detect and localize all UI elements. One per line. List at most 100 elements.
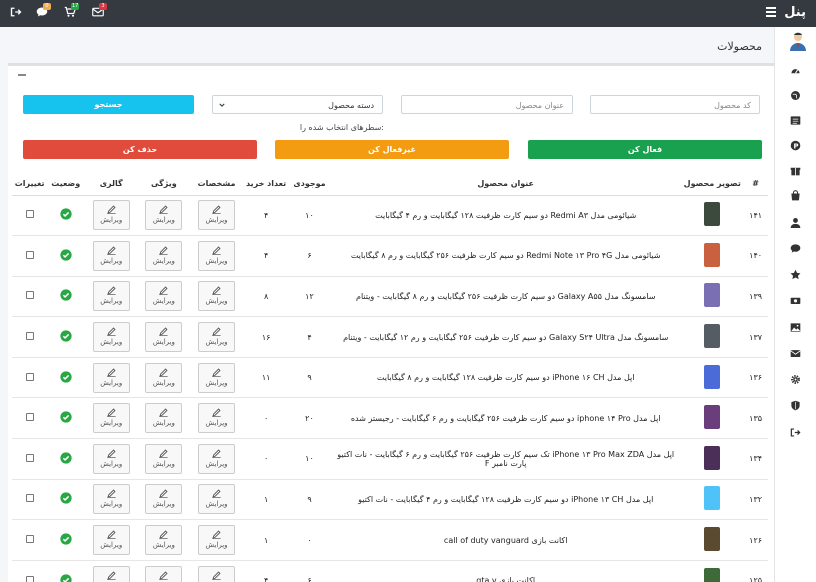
specs-edit-button[interactable]: ویرایش xyxy=(198,322,236,353)
row-title[interactable]: شیائومی مدل Redmi A۳ دو سیم کارت ظرفیت ۱… xyxy=(330,195,682,237)
mail-icon[interactable]: 3 xyxy=(92,3,107,20)
search-button[interactable]: جستجو xyxy=(23,95,194,114)
product-title-input[interactable]: عنوان محصول xyxy=(401,95,573,114)
features-edit-button[interactable]: ویرایش xyxy=(145,484,183,515)
features-edit-button[interactable]: ویرایش xyxy=(145,443,183,474)
specs-edit-button[interactable]: ویرایش xyxy=(198,200,236,231)
specs-edit-button[interactable]: ویرایش xyxy=(198,525,236,556)
envelope-icon[interactable] xyxy=(790,348,804,362)
features-edit-button[interactable]: ویرایش xyxy=(145,403,183,434)
row-select-checkbox[interactable] xyxy=(25,494,34,503)
specs-edit-button[interactable]: ویرایش xyxy=(198,403,236,434)
features-edit-button[interactable]: ویرایش xyxy=(145,240,183,271)
features-edit-button[interactable]: ویرایش xyxy=(145,322,183,353)
product-thumbnail[interactable] xyxy=(704,567,721,582)
user-avatar[interactable] xyxy=(788,31,808,51)
features-edit-button[interactable]: ویرایش xyxy=(145,362,183,393)
gallery-edit-button[interactable]: ویرایش xyxy=(92,200,130,231)
row-select-checkbox[interactable] xyxy=(25,372,34,381)
active-check-icon[interactable] xyxy=(60,330,72,342)
brand-title[interactable]: پنل xyxy=(784,5,806,20)
row-select-checkbox[interactable] xyxy=(25,250,34,259)
gallery-edit-button[interactable]: ویرایش xyxy=(92,322,130,353)
row-title[interactable]: اپل مدل iPhone ۱۶ CH دو سیم کارت ظرفیت ۱… xyxy=(330,357,682,399)
specs-edit-button[interactable]: ویرایش xyxy=(198,240,236,271)
product-thumbnail[interactable] xyxy=(704,283,721,308)
row-title[interactable]: اکانت بازی call of duty vanguard xyxy=(330,519,682,561)
specs-edit-button[interactable]: ویرایش xyxy=(198,443,236,474)
product-thumbnail[interactable] xyxy=(704,405,721,430)
row-select-checkbox[interactable] xyxy=(25,332,34,341)
collapse-card-icon[interactable] xyxy=(18,74,26,76)
features-edit-button[interactable]: ویرایش xyxy=(145,565,183,582)
active-check-icon[interactable] xyxy=(60,411,72,423)
row-title[interactable]: اپل مدل iPhone ۱۳ Pro Max ZDA تک سیم کار… xyxy=(330,438,682,480)
product-thumbnail[interactable] xyxy=(704,202,721,227)
row-select-checkbox[interactable] xyxy=(25,535,34,544)
shield-icon[interactable] xyxy=(790,400,804,414)
product-thumbnail[interactable] xyxy=(704,445,721,470)
product-thumbnail[interactable] xyxy=(704,242,721,267)
product-thumbnail[interactable] xyxy=(704,364,721,389)
shopping-bag-icon[interactable] xyxy=(790,190,804,204)
category-select[interactable]: دسته محصول xyxy=(212,95,383,114)
row-title[interactable]: اکانت بازی gta v xyxy=(330,560,682,582)
logout-icon[interactable] xyxy=(10,6,24,20)
delete-selected-button[interactable]: حذف کن xyxy=(23,140,257,159)
active-check-icon[interactable] xyxy=(60,249,72,261)
settings-gear-icon[interactable] xyxy=(790,374,804,388)
features-edit-button[interactable]: ویرایش xyxy=(145,200,183,231)
active-check-icon[interactable] xyxy=(60,208,72,220)
list-icon[interactable] xyxy=(790,115,804,129)
deactivate-selected-button[interactable]: غیرفعال کن xyxy=(275,140,509,159)
star-icon[interactable] xyxy=(790,269,804,283)
comment-icon[interactable] xyxy=(790,243,804,257)
active-check-icon[interactable] xyxy=(60,574,72,582)
gift-icon[interactable] xyxy=(790,165,804,179)
gallery-edit-button[interactable]: ویرایش xyxy=(92,362,130,393)
row-title[interactable]: شیائومی مدل Redmi Note ۱۳ Pro ۴G دو سیم … xyxy=(330,235,682,277)
row-title[interactable]: سامسونگ مدل Galaxy S۲۴ Ultra دو سیم کارت… xyxy=(330,316,682,358)
row-title[interactable]: اپل مدل iphone ۱۴ Pro دو سیم کارت ظرفیت … xyxy=(330,397,682,440)
row-select-checkbox[interactable] xyxy=(25,210,34,219)
product-thumbnail[interactable] xyxy=(704,486,721,511)
gallery-edit-button[interactable]: ویرایش xyxy=(92,281,130,312)
specs-edit-button[interactable]: ویرایش xyxy=(198,565,236,582)
gallery-edit-button[interactable]: ویرایش xyxy=(92,240,130,271)
image-icon[interactable] xyxy=(790,322,804,336)
specs-edit-button[interactable]: ویرایش xyxy=(198,362,236,393)
sign-out-icon[interactable] xyxy=(790,427,804,441)
specs-edit-button[interactable]: ویرایش xyxy=(198,484,236,515)
features-edit-button[interactable]: ویرایش xyxy=(145,525,183,556)
gallery-edit-button[interactable]: ویرایش xyxy=(92,484,130,515)
features-edit-button[interactable]: ویرایش xyxy=(145,281,183,312)
active-check-icon[interactable] xyxy=(60,533,72,545)
active-check-icon[interactable] xyxy=(60,371,72,383)
cart-icon[interactable]: 17 xyxy=(64,3,80,20)
row-title[interactable]: سامسونگ مدل Galaxy A۵۵ دو سیم کارت ظرفیت… xyxy=(330,276,682,318)
product-thumbnail[interactable] xyxy=(704,324,721,349)
row-title[interactable]: اپل مدل iPhone ۱۳ CH دو سیم کارت ظرفیت ۱… xyxy=(330,479,682,521)
dashboard-icon[interactable] xyxy=(790,65,804,79)
gallery-edit-button[interactable]: ویرایش xyxy=(92,525,130,556)
row-select-checkbox[interactable] xyxy=(25,575,34,582)
row-select-checkbox[interactable] xyxy=(25,413,34,422)
specs-edit-button[interactable]: ویرایش xyxy=(198,281,236,312)
active-check-icon[interactable] xyxy=(60,289,72,302)
activate-selected-button[interactable]: فعال کن xyxy=(528,140,762,159)
row-select-checkbox[interactable] xyxy=(25,453,34,462)
row-select-checkbox[interactable] xyxy=(25,291,34,300)
gallery-edit-button[interactable]: ویرایش xyxy=(92,403,130,434)
user-icon[interactable] xyxy=(790,217,804,231)
gallery-edit-button[interactable]: ویرایش xyxy=(92,565,130,582)
chat-icon[interactable]: 0 xyxy=(36,3,51,20)
money-icon[interactable] xyxy=(790,295,804,309)
active-check-icon[interactable] xyxy=(60,492,72,505)
globe-icon[interactable] xyxy=(790,90,804,104)
parking-icon[interactable]: P xyxy=(790,140,804,154)
gallery-edit-button[interactable]: ویرایش xyxy=(92,443,130,474)
active-check-icon[interactable] xyxy=(60,452,72,464)
menu-toggle-icon[interactable] xyxy=(766,7,776,17)
product-thumbnail[interactable] xyxy=(704,527,721,552)
product-code-input[interactable]: کد محصول xyxy=(590,95,760,114)
